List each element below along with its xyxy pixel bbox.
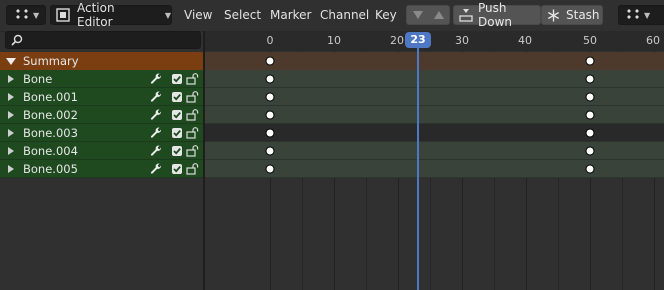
channel-label: Bone: [23, 72, 53, 86]
checkbox-icon[interactable]: [172, 92, 182, 102]
keyframe[interactable]: [265, 74, 275, 84]
editor-type-selector[interactable]: ▼: [6, 5, 46, 25]
frame-ruler[interactable]: 0 10 20 30 40 50 60: [205, 31, 664, 51]
frame-tick: 10: [327, 34, 341, 47]
chevron-down-icon: ▼: [644, 10, 651, 20]
keyframe[interactable]: [585, 74, 595, 84]
triangle-up-icon[interactable]: [428, 6, 449, 24]
expand-triangle-icon[interactable]: [6, 58, 16, 65]
unlocked-lock-icon[interactable]: [186, 91, 200, 106]
wrench-icon[interactable]: [150, 91, 162, 106]
frame-tick: 60: [646, 34, 660, 47]
keyframe[interactable]: [585, 92, 595, 102]
keyframe[interactable]: [585, 164, 595, 174]
channel-label: Bone.001: [23, 90, 78, 104]
menu-select[interactable]: Select: [224, 8, 261, 22]
channel-bone[interactable]: Bone.002: [0, 106, 204, 124]
mode-selector[interactable]: Action Editor ▼: [50, 1, 172, 29]
frame-tick: 30: [455, 34, 469, 47]
push-down-icon: [459, 8, 473, 22]
wrench-icon[interactable]: [150, 163, 162, 178]
triangle-down-icon[interactable]: [407, 6, 428, 24]
unlocked-lock-icon[interactable]: [186, 145, 200, 160]
keyframe[interactable]: [265, 110, 275, 120]
unlocked-lock-icon[interactable]: [186, 73, 200, 88]
expand-triangle-icon[interactable]: [8, 147, 14, 155]
channel-label: Bone.002: [23, 108, 78, 122]
keyframe[interactable]: [265, 146, 275, 156]
menu-marker[interactable]: Marker: [270, 8, 311, 22]
keyframe[interactable]: [265, 56, 275, 66]
expand-triangle-icon[interactable]: [8, 111, 14, 119]
keyframe[interactable]: [265, 128, 275, 138]
channel-bone[interactable]: Bone.001: [0, 88, 204, 106]
checkbox-icon[interactable]: [172, 128, 182, 138]
channel-bone[interactable]: Bone: [0, 70, 204, 88]
checkbox-icon[interactable]: [172, 110, 182, 120]
unlocked-lock-icon[interactable]: [186, 163, 200, 178]
channel-bone[interactable]: Bone.003: [0, 124, 204, 142]
dopesheet-icon: [625, 9, 641, 21]
expand-triangle-icon[interactable]: [8, 75, 14, 83]
editor-header: ▼ Action Editor ▼ View Select Marker Cha…: [0, 0, 664, 32]
keyframe[interactable]: [585, 128, 595, 138]
action-editor-icon: [56, 8, 70, 22]
unlocked-lock-icon[interactable]: [186, 109, 200, 124]
chevron-down-icon: ▼: [33, 10, 40, 20]
checkbox-icon[interactable]: [172, 146, 182, 156]
channel-label: Bone.003: [23, 126, 78, 140]
unlocked-lock-icon[interactable]: [186, 127, 200, 142]
keyframe[interactable]: [585, 146, 595, 156]
expand-triangle-icon[interactable]: [8, 165, 14, 173]
frame-tick: 20: [390, 34, 404, 47]
layer-arrows: [406, 5, 450, 25]
snowflake-icon: [547, 9, 560, 22]
checkbox-icon[interactable]: [172, 164, 182, 174]
channel-bone[interactable]: Bone.005: [0, 160, 204, 178]
channel-summary[interactable]: Summary: [0, 52, 204, 70]
channel-label: Summary: [23, 54, 79, 68]
keyframe[interactable]: [265, 164, 275, 174]
expand-triangle-icon[interactable]: [8, 93, 14, 101]
keyframe[interactable]: [585, 110, 595, 120]
expand-triangle-icon[interactable]: [8, 129, 14, 137]
wrench-icon[interactable]: [150, 145, 162, 160]
keyframe[interactable]: [265, 92, 275, 102]
wrench-icon[interactable]: [150, 73, 162, 88]
menu-key[interactable]: Key: [375, 8, 397, 22]
channel-label: Bone.004: [23, 144, 78, 158]
current-frame-indicator[interactable]: 23: [405, 32, 431, 48]
channel-label: Bone.005: [23, 162, 78, 176]
chevron-down-icon: ▼: [164, 10, 171, 20]
frame-tick: 40: [518, 34, 532, 47]
menu-view[interactable]: View: [184, 8, 212, 22]
playhead[interactable]: [417, 40, 419, 290]
mode-label: Action Editor: [77, 1, 115, 29]
stash-button[interactable]: Stash: [541, 5, 603, 25]
checkbox-icon[interactable]: [172, 74, 182, 84]
dopesheet-icon: [14, 9, 30, 21]
frame-tick: 0: [266, 34, 274, 47]
search-icon: [11, 34, 23, 46]
frame-tick: 50: [583, 34, 597, 47]
wrench-icon[interactable]: [150, 109, 162, 124]
push-down-button[interactable]: Push Down: [453, 1, 541, 29]
channel-search-input[interactable]: [5, 31, 201, 49]
wrench-icon[interactable]: [150, 127, 162, 142]
stash-label: Stash: [566, 8, 600, 22]
keyframe[interactable]: [585, 56, 595, 66]
editor-type-selector-2[interactable]: ▼: [618, 5, 664, 25]
menu-channel[interactable]: Channel: [320, 8, 369, 22]
push-down-label: Push Down: [478, 1, 513, 29]
channel-bone[interactable]: Bone.004: [0, 142, 204, 160]
